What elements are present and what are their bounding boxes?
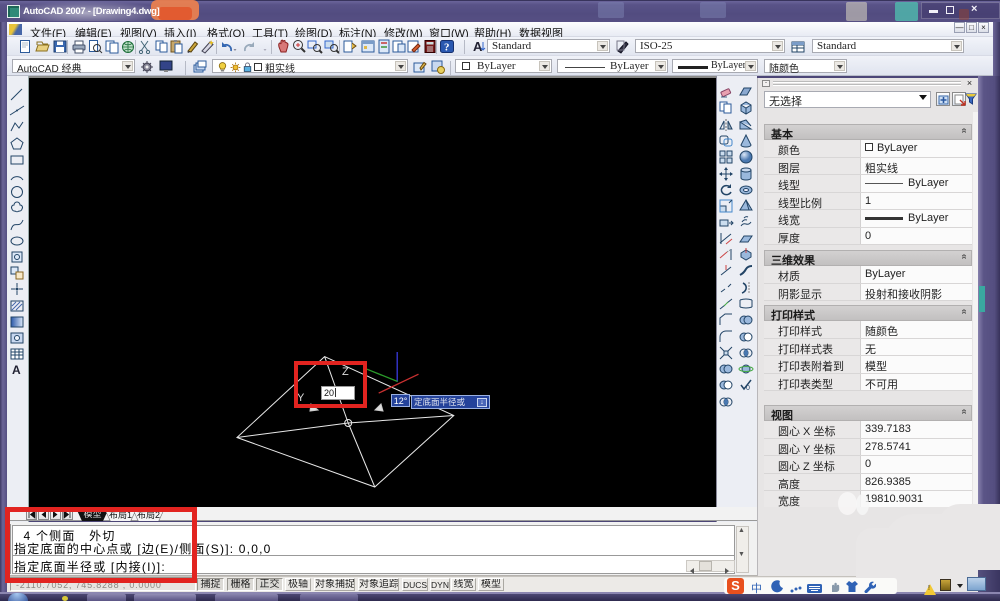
svg-text:A: A xyxy=(473,39,483,54)
svg-text:0: 0 xyxy=(746,385,750,392)
svg-text:A: A xyxy=(12,363,21,377)
svg-text:?: ? xyxy=(444,42,450,54)
